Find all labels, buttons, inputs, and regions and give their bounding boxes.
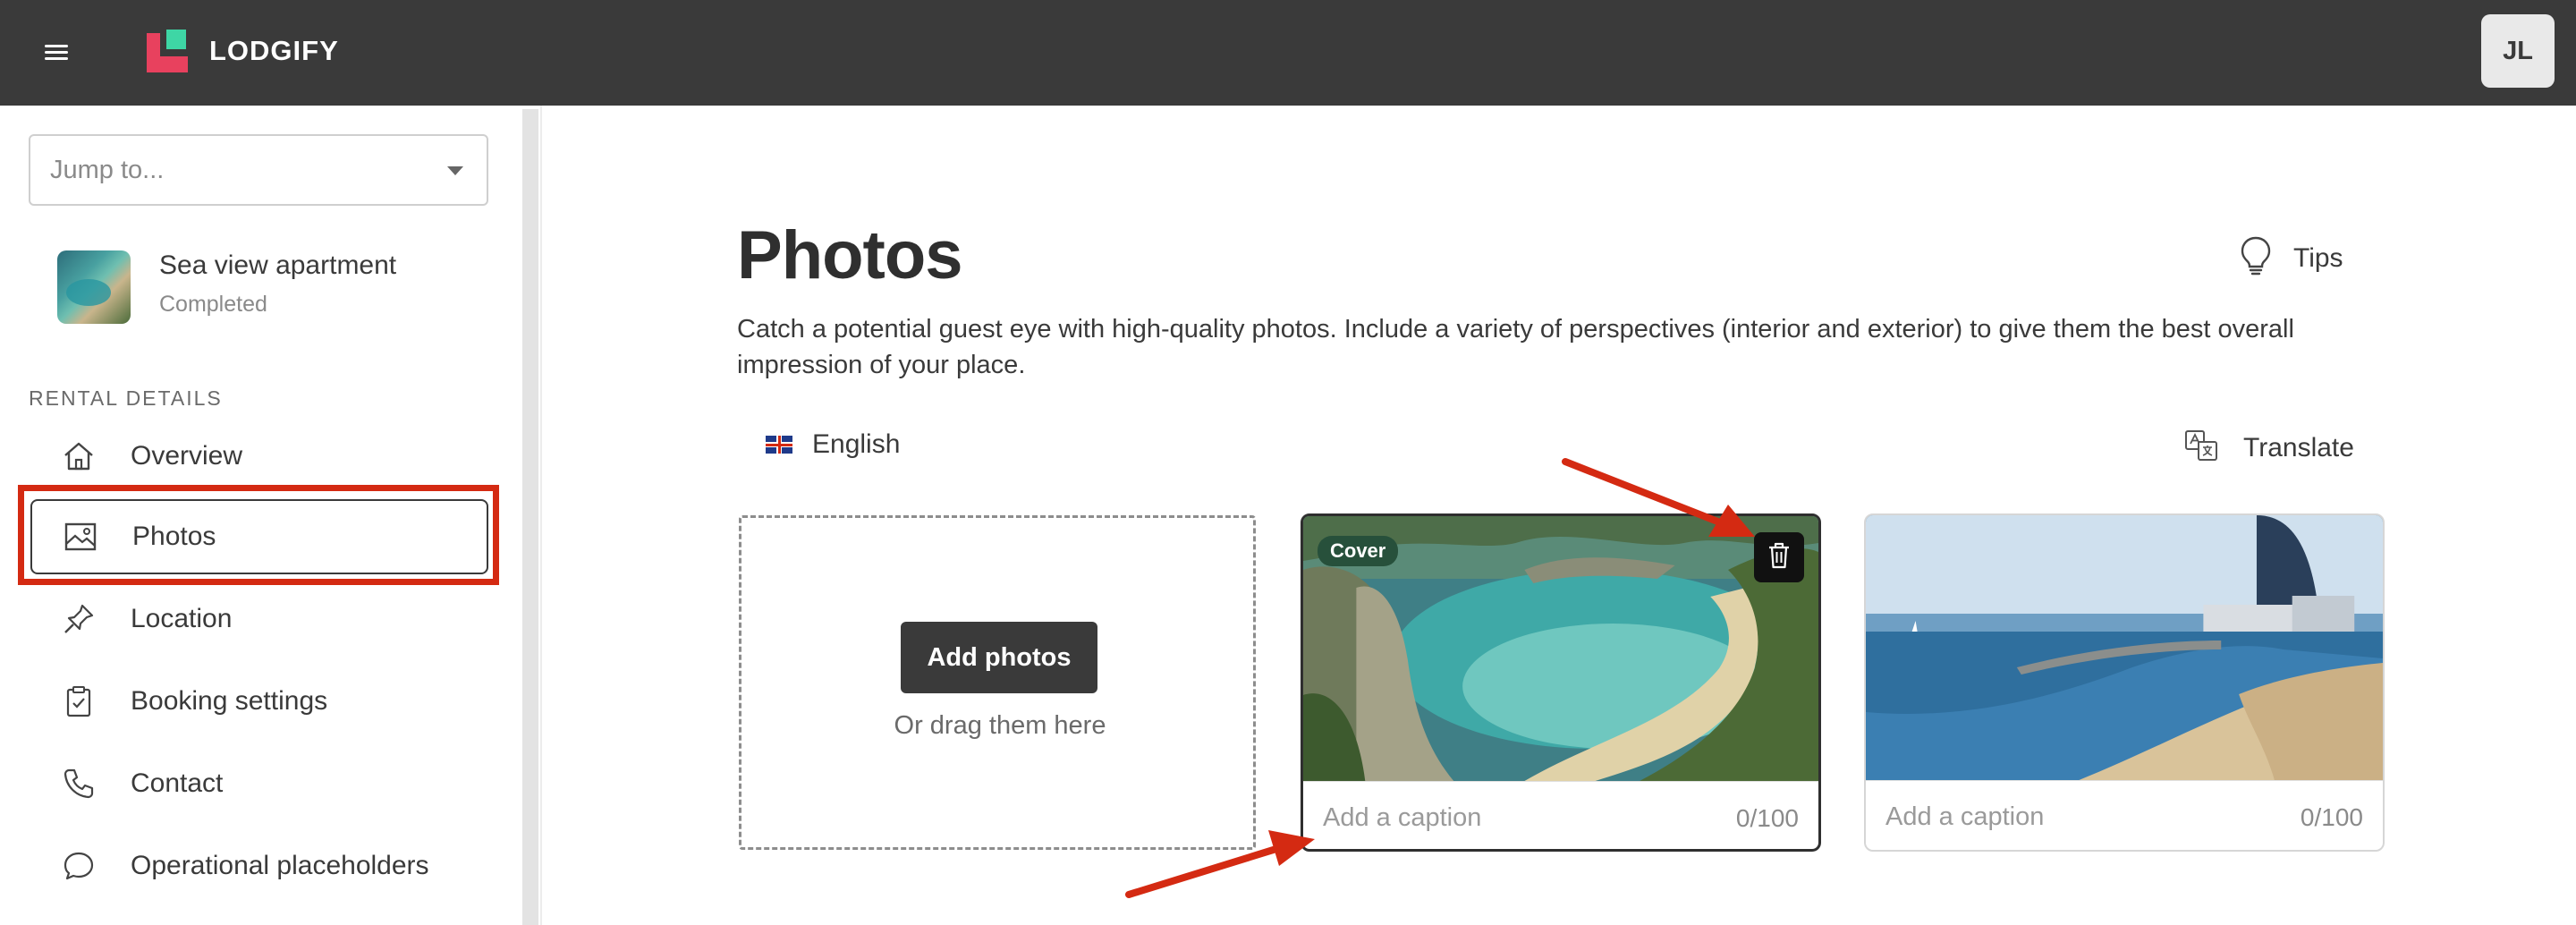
image-icon xyxy=(63,519,98,555)
sidebar-item-operational-placeholders[interactable]: Operational placeholders xyxy=(30,828,488,904)
sidebar-item-label: Photos xyxy=(132,522,216,551)
sidebar-item-booking-settings[interactable]: Booking settings xyxy=(30,664,488,739)
add-photos-button[interactable]: Add photos xyxy=(901,622,1097,693)
page-title: Photos xyxy=(737,217,963,293)
sidebar-item-contact[interactable]: Contact xyxy=(30,746,488,821)
clipboard-check-icon xyxy=(61,683,97,719)
sidebar-item-location[interactable]: Location xyxy=(30,581,488,657)
property-name[interactable]: Sea view apartment xyxy=(159,250,396,281)
sidebar-item-label: Contact xyxy=(131,768,224,798)
photo-image[interactable] xyxy=(1866,515,2383,780)
sidebar-item-photos[interactable]: Photos xyxy=(30,499,488,574)
caption-input[interactable] xyxy=(1885,802,2225,832)
uk-flag-icon xyxy=(766,436,792,454)
property-status: Completed xyxy=(159,292,267,317)
language-selector[interactable]: English xyxy=(766,429,900,460)
translate-label: Translate xyxy=(2243,432,2354,462)
hamburger-menu-icon[interactable] xyxy=(41,41,72,64)
photo-dropzone[interactable]: Add photos Or drag them here xyxy=(739,515,1256,850)
jump-to-select[interactable]: Jump to... xyxy=(29,134,488,206)
property-thumbnail[interactable] xyxy=(57,250,131,324)
sidebar-item-overview[interactable]: Overview xyxy=(30,419,488,494)
top-bar: LODGIFY JL xyxy=(0,0,2576,106)
sidebar-item-label: Operational placeholders xyxy=(131,851,429,880)
lodgify-logo-mark xyxy=(147,30,190,72)
lightbulb-icon xyxy=(2238,234,2274,282)
sidebar-item-label: Location xyxy=(131,604,233,633)
caption-input[interactable] xyxy=(1323,803,1663,833)
caption-counter: 0/100 xyxy=(2300,802,2363,831)
sidebar-divider xyxy=(540,106,542,925)
drag-hint: Or drag them here xyxy=(894,711,1106,740)
photo-card[interactable]: Cover 0/100 xyxy=(1301,513,1821,852)
translate-icon xyxy=(2184,429,2218,466)
trash-icon xyxy=(1767,541,1792,574)
phone-icon xyxy=(61,766,97,802)
cover-badge: Cover xyxy=(1318,536,1399,566)
jump-to-placeholder: Jump to... xyxy=(50,155,165,184)
translate-button[interactable]: Translate xyxy=(2184,429,2354,466)
home-icon xyxy=(61,438,97,474)
caption-row: 0/100 xyxy=(1866,780,2383,850)
sidebar-scrollbar[interactable] xyxy=(522,109,538,925)
chevron-down-icon xyxy=(447,166,463,175)
pin-icon xyxy=(61,601,97,637)
brand-name: LODGIFY xyxy=(209,35,339,66)
caption-row: 0/100 xyxy=(1303,781,1818,849)
sidebar-item-label: Overview xyxy=(131,441,243,471)
chat-bubble-icon xyxy=(61,848,97,884)
sidebar-item-label: Booking settings xyxy=(131,686,328,716)
photo-card[interactable]: 0/100 xyxy=(1864,513,2385,852)
tips-button[interactable]: Tips xyxy=(2238,234,2343,282)
rental-details-heading: RENTAL DETAILS xyxy=(29,386,223,410)
page-description: Catch a potential guest eye with high-qu… xyxy=(737,315,2294,379)
delete-photo-button[interactable] xyxy=(1754,532,1804,582)
language-label: English xyxy=(812,429,901,459)
lodgify-logo[interactable]: LODGIFY xyxy=(147,29,339,73)
tips-label: Tips xyxy=(2293,242,2343,273)
caption-counter: 0/100 xyxy=(1735,803,1799,832)
user-avatar[interactable]: JL xyxy=(2481,14,2555,88)
